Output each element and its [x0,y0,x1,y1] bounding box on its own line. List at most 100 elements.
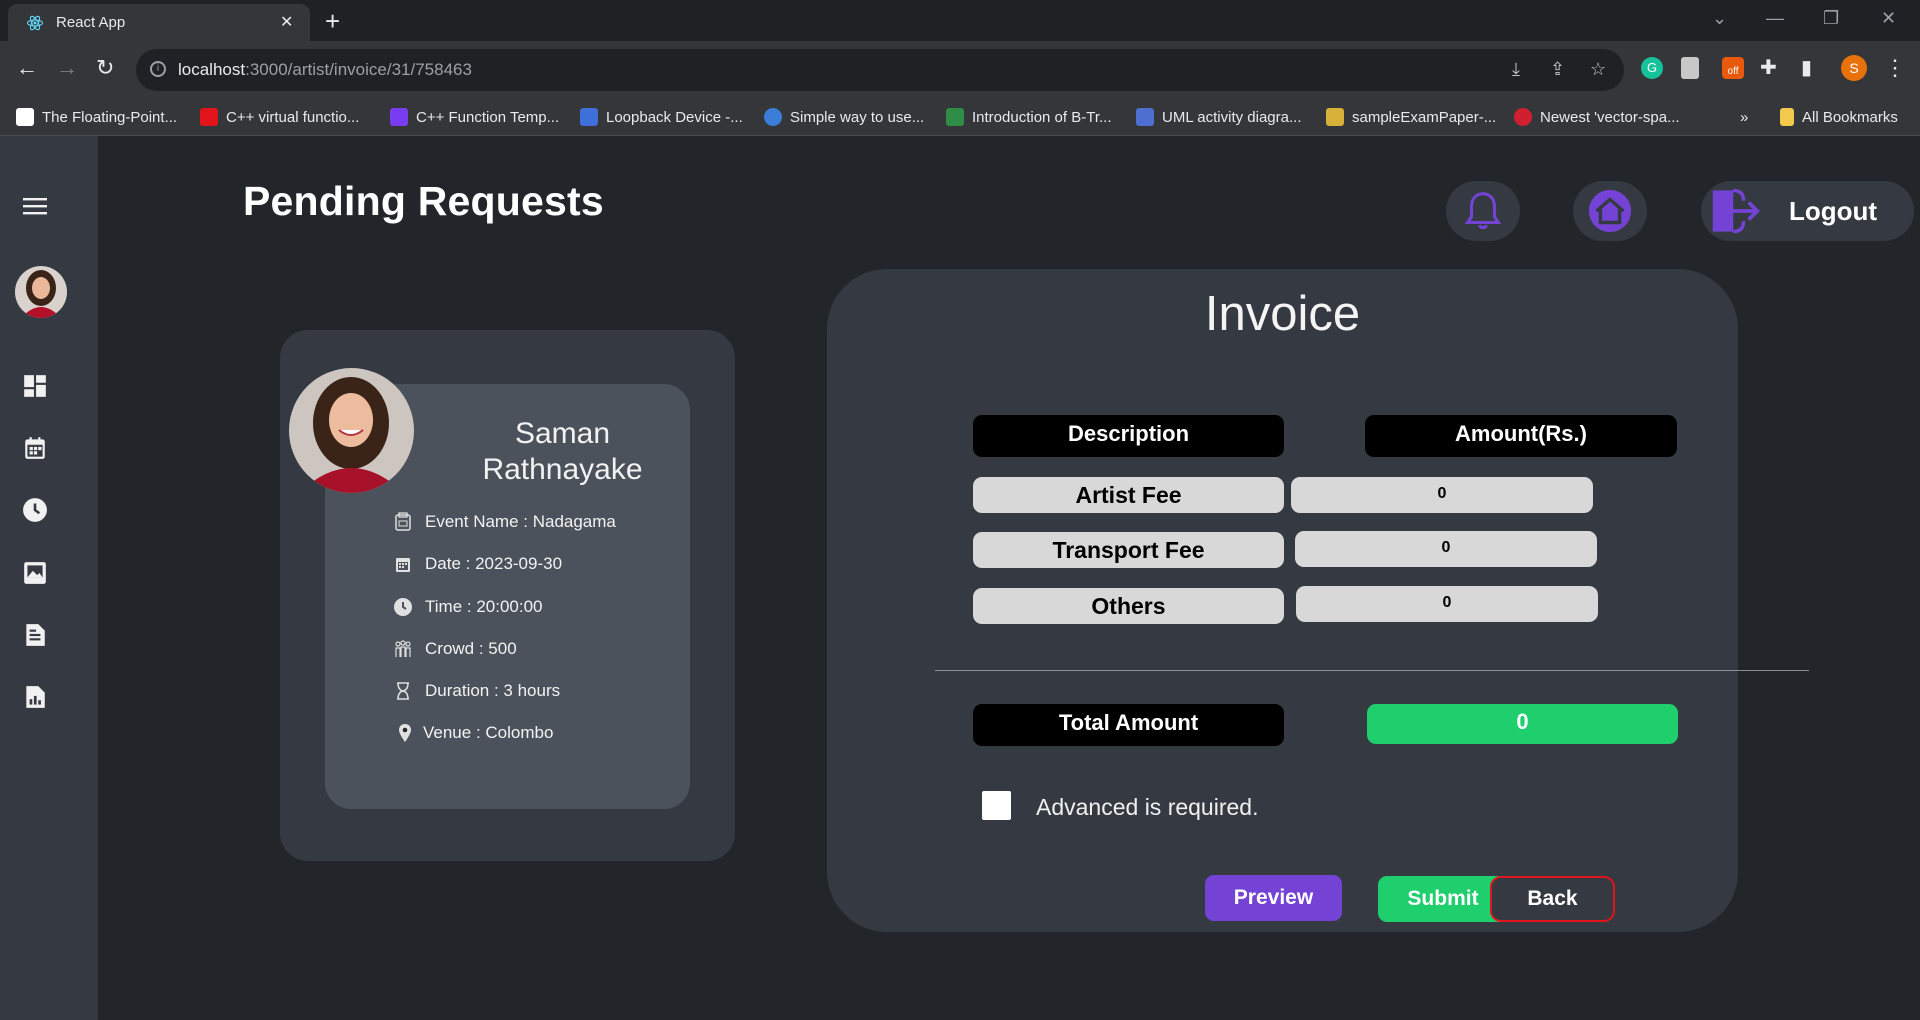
artist-photo-image [289,368,414,493]
clock-icon[interactable] [22,497,48,523]
close-window-icon[interactable]: ✕ [1881,8,1896,29]
tab-search-icon[interactable]: ⌄ [1712,8,1727,29]
calendar-icon [396,558,410,572]
duration-detail: Duration : 3 hours [393,681,560,701]
crowd-icon [395,640,411,657]
total-amount-value: 0 [1367,704,1678,744]
invoice-divider [935,670,1809,671]
bookmark-item[interactable]: C++ virtual functio... [200,106,359,128]
time-text: Time : 20:00:00 [425,597,543,616]
page-title: Pending Requests [243,178,604,224]
forward-arrow-icon[interactable]: → [56,55,78,81]
bookmarks-bar: The Floating-Point... C++ virtual functi… [0,99,1920,136]
bookmark-item[interactable]: Introduction of B-Tr... [946,106,1112,128]
document-extension-icon[interactable] [1681,57,1699,79]
reload-icon[interactable]: ↻ [96,55,114,81]
restore-icon[interactable]: ❐ [1823,8,1839,29]
folder-icon [1780,108,1794,126]
logout-icon [1712,188,1760,234]
duration-text: Duration : 3 hours [425,681,561,700]
bookmark-item[interactable]: Simple way to use... [764,106,924,128]
hourglass-icon [397,682,409,700]
site-info-icon[interactable]: i [150,61,166,77]
notifications-button[interactable] [1446,181,1520,241]
browser-tab[interactable]: React App ✕ [8,4,310,41]
date-detail: Date : 2023-09-30 [393,554,562,574]
transport-fee-input[interactable]: 0 [1295,531,1597,567]
home-icon [1588,189,1632,233]
invoice-title: Invoice [1204,287,1361,341]
bookmark-favicon-icon [16,108,34,126]
location-pin-icon [399,724,411,742]
install-app-icon[interactable]: ⤓ [1512,59,1520,80]
report-icon[interactable] [22,684,48,710]
event-name-text: Event Name : Nadagama [425,512,616,531]
avatar-photo [15,266,67,318]
transport-fee-label: Transport Fee [973,532,1284,568]
bookmark-item[interactable]: sampleExamPaper-... [1326,106,1496,128]
back-button[interactable]: Back [1490,876,1615,922]
tab-close-icon[interactable]: ✕ [280,12,293,32]
bookmark-favicon-icon [200,108,218,126]
description-header: Description [973,415,1284,457]
chrome-menu-icon[interactable]: ⋮ [1884,55,1906,81]
image-gallery-icon[interactable] [22,560,48,586]
extensions-puzzle-icon[interactable]: ✚ [1760,55,1777,80]
bookmark-item[interactable]: Newest 'vector-spa... [1514,106,1680,128]
bookmark-item[interactable]: C++ Function Temp... [390,106,559,128]
preview-button[interactable]: Preview [1205,875,1342,921]
venue-text: Venue : Colombo [423,723,554,742]
bookmark-star-icon[interactable]: ☆ [1590,59,1606,80]
browser-toolbar: ← → ↻ i localhost:3000/artist/invoice/31… [0,41,1920,99]
minimize-icon[interactable]: — [1766,8,1784,29]
new-tab-button[interactable]: + [325,6,340,37]
home-button[interactable] [1573,181,1647,241]
bookmarks-overflow[interactable]: » [1740,106,1748,128]
advance-required-checkbox[interactable] [982,791,1011,820]
grammarly-icon[interactable]: G [1641,57,1663,79]
event-ticket-icon [395,512,411,531]
bookmark-item[interactable]: UML activity diagra... [1136,106,1302,128]
extension-off-icon[interactable]: off [1722,57,1744,79]
artist-fee-input[interactable]: 0 [1291,477,1593,513]
dashboard-icon[interactable] [22,373,48,399]
bookmark-item[interactable]: The Floating-Point... [16,106,177,128]
time-detail: Time : 20:00:00 [393,597,543,617]
total-amount-label: Total Amount [973,704,1284,746]
bookmark-item[interactable]: Loopback Device -... [580,106,743,128]
event-name-detail: Event Name : Nadagama [393,512,616,532]
others-label: Others [973,588,1284,624]
hamburger-menu-icon[interactable] [22,193,48,219]
document-icon[interactable] [22,622,48,648]
profile-avatar[interactable]: S [1841,55,1867,81]
calendar-icon[interactable] [22,435,48,461]
artist-photo [289,368,414,493]
bookmark-favicon-icon [1514,108,1532,126]
sidebar [0,136,98,1020]
address-bar[interactable]: i localhost:3000/artist/invoice/31/75846… [136,49,1624,91]
venue-detail: Venue : Colombo [395,723,553,743]
bell-icon [1464,192,1502,230]
submit-button[interactable]: Submit [1378,876,1508,922]
others-input[interactable]: 0 [1296,586,1598,622]
avatar[interactable] [15,266,67,318]
browser-tab-strip: React App ✕ + ⌄ — ❐ ✕ [0,0,1920,41]
bookmark-favicon-icon [946,108,964,126]
artist-name: Saman Rathnayake [482,417,643,486]
wordpress-icon [764,108,782,126]
side-panel-icon[interactable]: ▮ [1801,55,1812,80]
date-text: Date : 2023-09-30 [425,554,563,573]
url-text: localhost:3000/artist/invoice/31/758463 [178,60,472,79]
tab-title: React App [56,14,126,31]
logout-button[interactable]: Logout [1701,181,1914,241]
all-bookmarks[interactable]: All Bookmarks [1780,106,1898,128]
react-logo-icon [26,15,44,31]
share-icon[interactable]: ⇪ [1550,59,1565,80]
crowd-detail: Crowd : 500 [393,639,517,659]
back-arrow-icon[interactable]: ← [16,55,38,81]
bookmark-favicon-icon [580,108,598,126]
artist-fee-label: Artist Fee [973,477,1284,513]
crowd-text: Crowd : 500 [425,639,517,658]
advance-required-label: Advanced is required. [1036,794,1259,820]
bookmark-favicon-icon [1136,108,1154,126]
